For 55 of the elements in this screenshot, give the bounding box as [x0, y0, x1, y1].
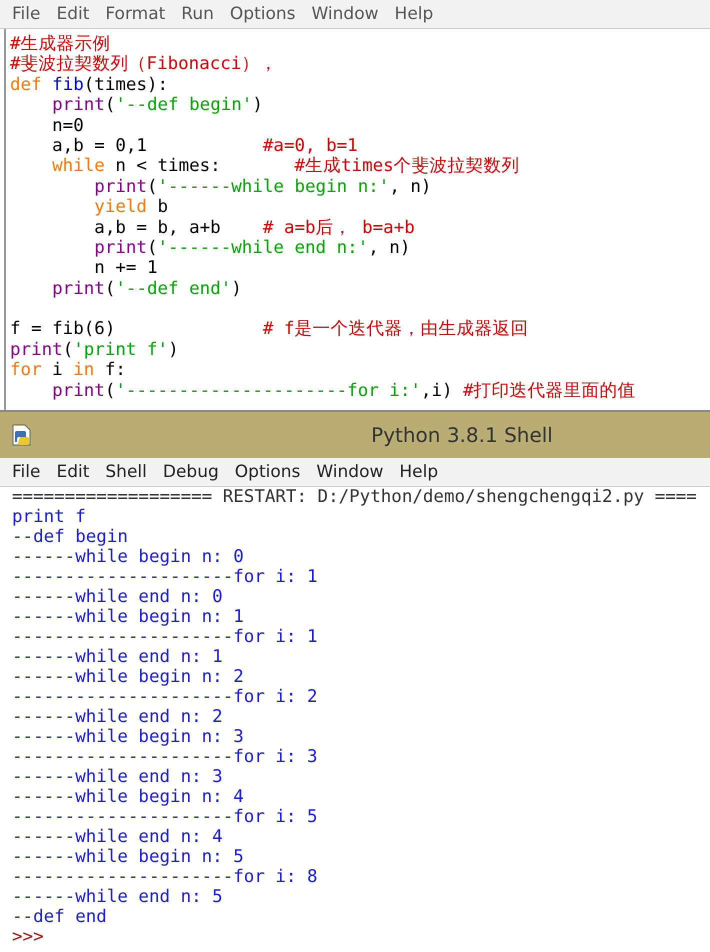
output-line: ------while begin n: 2 — [12, 667, 245, 687]
output-line: ---------------------for i: 1 — [12, 627, 319, 647]
menu-item[interactable]: Help — [391, 462, 446, 482]
output-line: ------while end n: 5 — [12, 887, 224, 907]
code-line: #斐波拉契数列（Fibonacci）， — [10, 54, 278, 75]
code-line: a,b = 0,1 #a=0, b=1 — [51, 136, 359, 156]
output-line: ------while end n: 0 — [12, 587, 224, 607]
output-line: --def end — [12, 907, 108, 927]
output-line: ------while end n: 3 — [12, 767, 224, 787]
menu-item[interactable]: Format — [97, 4, 174, 24]
code-line: n=0 — [51, 116, 85, 136]
output-line: ------while end n: 1 — [12, 647, 224, 667]
output-line: ---------------------for i: 2 — [12, 687, 319, 707]
code-line: print('--def end') — [51, 278, 243, 300]
output-line: --def begin — [12, 527, 129, 547]
code-line: #生成器示例 — [10, 34, 112, 54]
menu-item[interactable]: File — [4, 462, 48, 482]
menu-item[interactable]: Options — [222, 4, 304, 24]
menu-item[interactable]: Edit — [48, 462, 98, 482]
window-title: Python 3.8.1 Shell — [370, 423, 554, 447]
output-line: ---------------------for i: 5 — [12, 807, 319, 827]
menu-item[interactable]: Run — [173, 4, 222, 24]
output-line: print f — [12, 507, 87, 527]
code-line: while n < times: #生成times个斐波拉契数列 — [51, 156, 521, 177]
shell-prompt: >>> — [12, 927, 45, 947]
code-line: print('print f') — [10, 340, 180, 360]
output-line: ---------------------for i: 8 — [12, 867, 319, 887]
output-line: ------while begin n: 0 — [12, 547, 245, 567]
output-line: ------while begin n: 5 — [12, 847, 245, 867]
menu-item[interactable]: Debug — [154, 462, 227, 482]
code-line: print('------while begin n:', n) — [93, 176, 432, 198]
menu-item[interactable]: File — [4, 4, 48, 24]
code-line: print('--def begin') — [51, 95, 264, 116]
code-line: f = fib(6) # f是一个迭代器，由生成器返回 — [10, 319, 530, 340]
code-line: print('---------------------for i:',i) #打印迭代器里面的值 — [51, 380, 637, 402]
menu-item[interactable]: Edit — [48, 4, 98, 24]
output-line: ------while begin n: 4 — [12, 787, 245, 807]
menu-item[interactable]: Shell — [97, 462, 155, 482]
menu-item[interactable]: Help — [386, 4, 442, 24]
code-line: n += 1 — [93, 258, 159, 279]
code-line: yield b — [93, 197, 170, 218]
menu-item[interactable]: Window — [304, 4, 387, 24]
output-line: ------while end n: 4 — [12, 827, 224, 847]
output-line: ------while begin n: 3 — [12, 727, 245, 747]
output-line: ---------------------for i: 1 — [12, 567, 319, 587]
output-line: ------while end n: 2 — [12, 707, 224, 727]
output-line: ---------------------for i: 3 — [12, 747, 319, 767]
output-line: ------while begin n: 1 — [12, 607, 245, 627]
code-line: def fib(times): — [10, 74, 170, 96]
code-line: for i in f: — [10, 360, 127, 381]
menu-item[interactable]: Options — [226, 462, 308, 482]
menu-item[interactable]: Window — [308, 462, 392, 482]
code-line: print('------while end n:', n) — [93, 238, 412, 258]
code-line: a,b = b, a+b # a=b后， b=a+b — [93, 218, 416, 238]
restart-line: =================== RESTART: D:/Python/demo/shengchengqi2.py ==== — [12, 487, 698, 507]
